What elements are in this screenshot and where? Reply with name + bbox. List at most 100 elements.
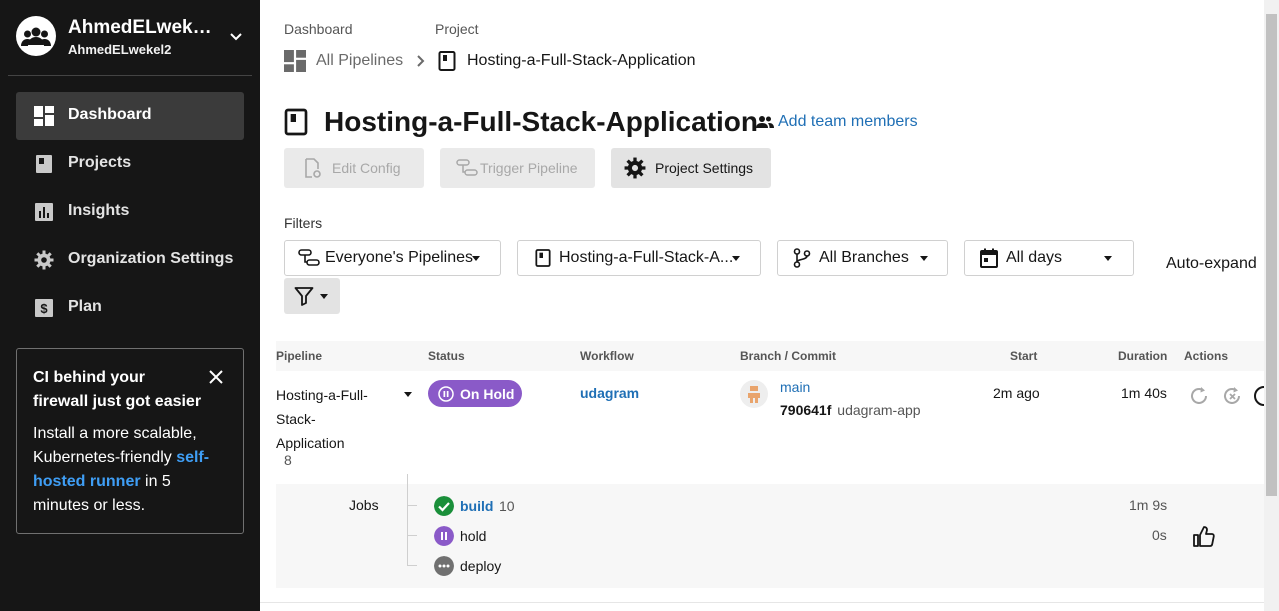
- promo-body: Install a more scalable, Kubernetes-frie…: [33, 422, 227, 518]
- breadcrumb-label-dashboard: Dashboard: [284, 21, 353, 37]
- sidebar-item-label: Organization Settings: [68, 250, 234, 267]
- sidebar: AhmedELwekel2 AhmedELwekel2 Dashboard Pr…: [0, 0, 260, 611]
- org-avatar: [16, 16, 56, 56]
- sidebar-item-label: Plan: [68, 298, 102, 315]
- breadcrumb-all-pipelines-label: All Pipelines: [316, 52, 404, 69]
- project-icon: [535, 249, 551, 267]
- pipelines-filter-select[interactable]: Everyone's Pipelines: [284, 240, 501, 276]
- auto-expand-toggle[interactable]: Auto-expand: [1166, 255, 1257, 273]
- project-settings-button[interactable]: Project Settings: [611, 148, 771, 188]
- pause-icon: [438, 385, 454, 402]
- project-icon: [284, 108, 308, 136]
- jobs-panel: [276, 484, 1264, 588]
- pause-icon: [434, 526, 454, 546]
- job-name-build[interactable]: build: [460, 498, 493, 514]
- trigger-pipeline-icon: [456, 159, 478, 176]
- job-duration: 0s: [1152, 527, 1167, 543]
- edit-config-button[interactable]: Edit Config: [284, 148, 424, 188]
- sidebar-item-label: Dashboard: [68, 106, 152, 123]
- scrollbar-thumb[interactable]: [1266, 14, 1277, 496]
- dashboard-icon: [284, 50, 306, 72]
- sidebar-item-insights[interactable]: Insights: [16, 188, 244, 236]
- org-username: AhmedELwekel2: [68, 42, 172, 57]
- projects-icon: [36, 155, 52, 173]
- svg-text:$: $: [40, 301, 48, 316]
- column-header-status: Status: [428, 349, 465, 363]
- add-team-members-link[interactable]: Add team members: [756, 113, 918, 131]
- success-check-icon: [434, 496, 454, 516]
- insights-icon: [35, 203, 53, 221]
- job-duration: 1m 9s: [1129, 497, 1168, 513]
- caret-down-icon: [1104, 256, 1112, 261]
- project-icon: [438, 51, 456, 71]
- sidebar-item-dashboard[interactable]: Dashboard: [16, 92, 244, 140]
- filter-icon: [294, 287, 314, 306]
- pipeline-name-line: Stack-: [276, 411, 316, 427]
- branches-filter-select[interactable]: All Branches: [777, 240, 948, 276]
- main-content: Dashboard Project All Pipelines Hosting-…: [260, 0, 1266, 611]
- job-name-hold[interactable]: hold: [460, 528, 486, 544]
- branch-link[interactable]: main: [780, 379, 810, 395]
- project-filter-select[interactable]: Hosting-a-Full-Stack-A...: [517, 240, 761, 276]
- caret-down-icon: [320, 294, 328, 299]
- sidebar-item-label: Projects: [68, 154, 132, 171]
- column-header-actions: Actions: [1184, 349, 1229, 363]
- job-name-deploy[interactable]: deploy: [460, 558, 501, 574]
- dollar-icon: $: [35, 299, 53, 317]
- pipeline-name[interactable]: Hosting-a-Full- Stack- Application: [276, 383, 368, 455]
- edit-config-label: Edit Config: [332, 160, 401, 176]
- org-switcher[interactable]: AhmedELwekel2 AhmedELwekel2: [16, 16, 244, 60]
- expand-row-caret-icon[interactable]: [404, 392, 412, 397]
- pipeline-name-line: Hosting-a-Full-: [276, 387, 368, 403]
- gear-icon: [624, 157, 646, 179]
- dashboard-icon: [34, 106, 54, 126]
- pipeline-number: 8: [284, 452, 292, 468]
- project-settings-label: Project Settings: [655, 160, 754, 176]
- add-team-members-label: Add team members: [778, 113, 918, 130]
- pipelines-filter-value: Everyone's Pipelines: [325, 249, 474, 266]
- caret-down-icon: [732, 256, 740, 261]
- runner-promo-card: CI behind your firewall just got easier …: [16, 348, 244, 534]
- sidebar-item-projects[interactable]: Projects: [16, 140, 244, 188]
- caret-down-icon: [472, 256, 480, 261]
- sidebar-item-plan[interactable]: $ Plan: [16, 284, 244, 332]
- column-header-workflow: Workflow: [580, 349, 634, 363]
- promo-text: Install a more scalable, Kubernetes-frie…: [33, 425, 197, 466]
- team-icon: [756, 116, 774, 128]
- breadcrumb-label-project: Project: [435, 21, 479, 37]
- breadcrumb-project-label: Hosting-a-Full-Stack-Application: [467, 52, 696, 69]
- trigger-pipeline-button[interactable]: Trigger Pipeline: [440, 148, 595, 188]
- pipelines-icon: [298, 249, 320, 266]
- column-header-pipeline: Pipeline: [276, 349, 323, 363]
- tree-line: [407, 474, 408, 566]
- user-avatar-icon: [748, 386, 760, 403]
- rerun-failed-icon[interactable]: [1220, 384, 1244, 408]
- breadcrumb-project[interactable]: Hosting-a-Full-Stack-Application: [438, 50, 696, 72]
- tree-branch: [407, 535, 417, 536]
- close-icon[interactable]: [209, 370, 223, 384]
- commit-hash[interactable]: 790641f: [780, 402, 831, 418]
- thumbs-up-icon[interactable]: [1192, 525, 1216, 549]
- status-badge[interactable]: On Hold: [428, 380, 522, 407]
- sidebar-item-organization-settings[interactable]: Organization Settings: [16, 236, 244, 284]
- queued-dots-icon: [434, 556, 454, 576]
- avatar: [740, 380, 768, 408]
- column-header-branch-commit: Branch / Commit: [740, 349, 837, 363]
- workflow-link[interactable]: udagram: [580, 385, 639, 401]
- branches-filter-value: All Branches: [819, 249, 909, 266]
- days-filter-select[interactable]: All days: [964, 240, 1134, 276]
- calendar-icon: [980, 248, 998, 268]
- edit-file-icon: [305, 158, 321, 178]
- column-header-start: Start: [1010, 349, 1038, 363]
- sidebar-divider: [8, 75, 252, 76]
- trigger-pipeline-label: Trigger Pipeline: [480, 160, 578, 176]
- rerun-icon[interactable]: [1187, 384, 1211, 408]
- breadcrumb-all-pipelines[interactable]: All Pipelines: [284, 50, 427, 72]
- chevron-right-icon: [417, 55, 425, 67]
- sidebar-item-label: Insights: [68, 202, 130, 219]
- tree-branch: [407, 505, 417, 506]
- filter-button[interactable]: [284, 278, 340, 314]
- page-title: Hosting-a-Full-Stack-Application: [324, 106, 758, 137]
- gear-icon: [34, 250, 54, 270]
- status-label: On Hold: [460, 385, 515, 402]
